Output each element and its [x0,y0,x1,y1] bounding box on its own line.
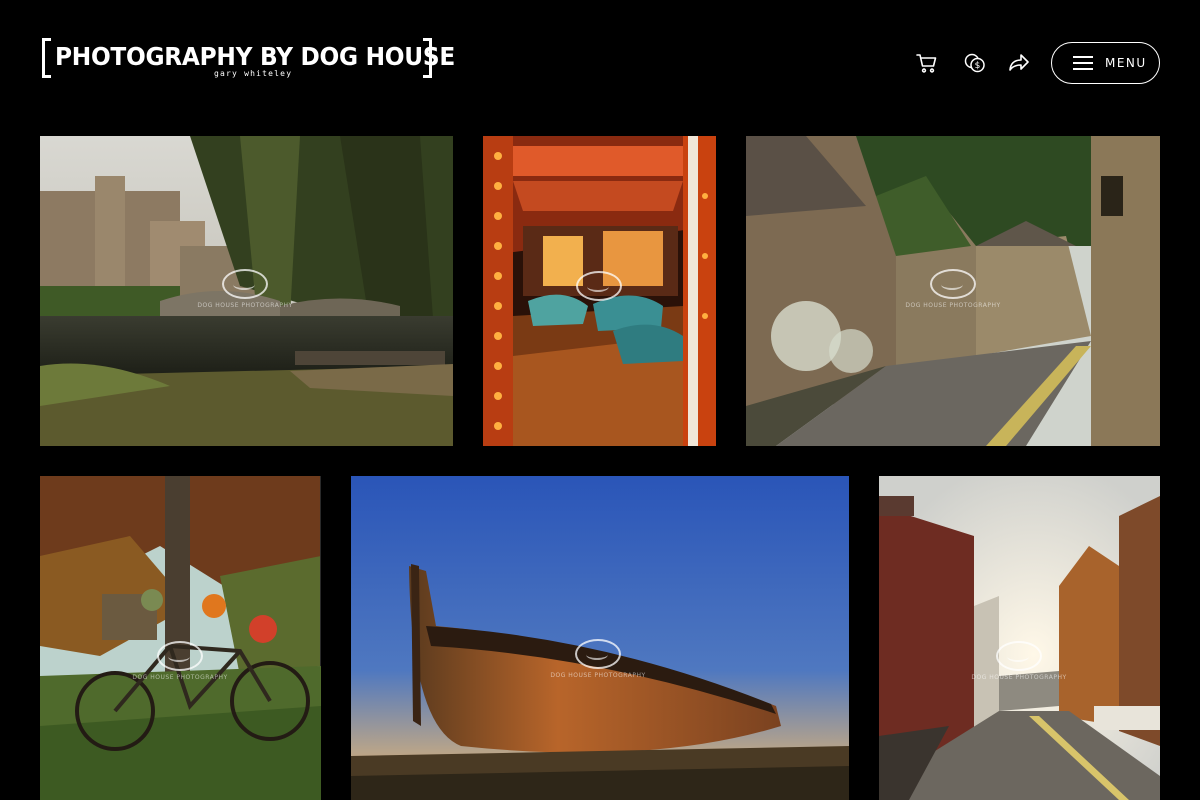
logo-title: PHOTOGRAPHY BY DOG HOUSE [55,42,455,71]
watermark-text: DOG HOUSE PHOTOGRAPHY [197,302,293,309]
watermark-text: DOG HOUSE PHOTOGRAPHY [971,674,1067,681]
hamburger-icon [1073,56,1093,70]
gallery-photo-sunlit-street[interactable]: DOG HOUSE PHOTOGRAPHY [879,476,1160,800]
photo-sunlit-street-image [879,476,1160,800]
gallery-photo-boat-wreck[interactable]: DOG HOUSE PHOTOGRAPHY [351,476,849,800]
watermark-logo [576,271,622,301]
cart-icon[interactable] [914,50,940,76]
gallery-photo-river-bridge[interactable]: DOG HOUSE PHOTOGRAPHY [40,136,453,446]
watermark-text: DOG HOUSE PHOTOGRAPHY [132,674,228,681]
site-logo[interactable]: PHOTOGRAPHY BY DOG HOUSE gary whiteley [42,38,455,82]
watermark-logo [930,269,976,299]
logo-left-bracket [42,38,51,78]
gallery-photo-cottage-street[interactable]: DOG HOUSE PHOTOGRAPHY [746,136,1160,446]
photo-boat-wreck-image [351,476,849,800]
gallery-photo-dodgems[interactable] [483,136,716,446]
gallery-photo-bicycle-pumpkins[interactable]: DOG HOUSE PHOTOGRAPHY [40,476,321,800]
watermark-text: DOG HOUSE PHOTOGRAPHY [905,302,1001,309]
logo-right-bracket [423,38,432,78]
svg-text:$: $ [975,61,981,71]
watermark-logo [222,269,268,299]
menu-button[interactable]: MENU [1051,42,1160,84]
currency-icon[interactable]: $ [962,50,988,76]
watermark-logo [157,641,203,671]
share-icon[interactable] [1006,50,1032,76]
watermark-logo [996,641,1042,671]
watermark-logo [575,639,621,669]
watermark-text: DOG HOUSE PHOTOGRAPHY [550,672,646,679]
photo-bicycle-pumpkins-image [40,476,321,800]
logo-subtitle: gary whiteley [214,69,293,78]
menu-label: MENU [1105,56,1147,70]
